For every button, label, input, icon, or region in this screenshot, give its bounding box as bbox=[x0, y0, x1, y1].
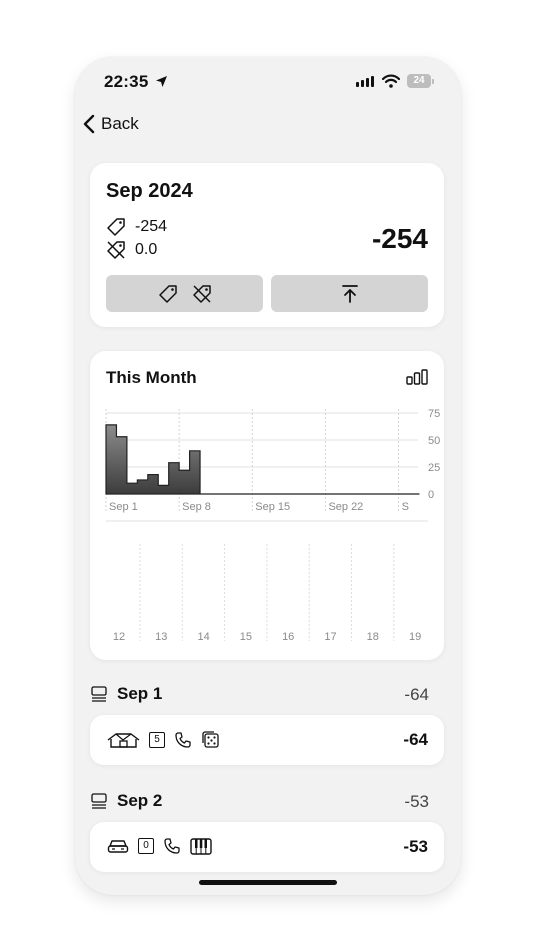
phone-icon bbox=[164, 838, 180, 854]
day-header-sep2: Sep 2 bbox=[90, 791, 162, 811]
untagged-value: 0.0 bbox=[135, 241, 158, 258]
phone-icon bbox=[175, 731, 191, 748]
daily-label: 15 bbox=[240, 631, 252, 643]
tagged-row: -254 bbox=[106, 217, 167, 237]
battery-tip bbox=[432, 79, 434, 84]
chart-y-tick-label: 75 bbox=[428, 408, 440, 420]
daily-label: 17 bbox=[324, 631, 336, 643]
chart-x-tick-label: Sep 15 bbox=[255, 501, 290, 513]
day-header-sep1: Sep 1 bbox=[90, 684, 162, 704]
day-label: Sep 2 bbox=[117, 791, 163, 810]
tag-slash-icon bbox=[192, 284, 211, 303]
tag-slash-icon bbox=[107, 241, 125, 259]
back-button[interactable]: Back bbox=[83, 112, 139, 136]
entry-amount: -53 bbox=[403, 837, 428, 856]
cellular-signal-icon bbox=[356, 76, 374, 87]
chart-y-tick-label: 50 bbox=[428, 435, 440, 447]
house-icon bbox=[107, 732, 140, 748]
chart-y-tick-label: 0 bbox=[428, 489, 434, 501]
daily-label: 13 bbox=[155, 631, 167, 643]
entry-icons: 0 bbox=[107, 837, 212, 855]
status-bar: 22:35 24 bbox=[75, 57, 461, 109]
car-icon bbox=[107, 840, 129, 853]
month-summary-card: Sep 2024 -254 0.0 -254 bbox=[90, 163, 444, 327]
phone-screen: 22:35 24 Back Sep 2024 -254 0.0 -254 Thi… bbox=[75, 57, 461, 895]
number-badge-icon: 0 bbox=[138, 838, 154, 854]
list-icon bbox=[91, 686, 107, 702]
number-badge-icon: 5 bbox=[149, 731, 165, 748]
summary-total: -254 bbox=[371, 223, 428, 254]
tag-filter-button[interactable] bbox=[106, 275, 263, 312]
list-icon bbox=[91, 793, 107, 809]
wifi-icon bbox=[382, 74, 400, 88]
status-time: 22:35 bbox=[104, 72, 149, 91]
chevron-left-icon bbox=[83, 114, 95, 134]
daily-label: 12 bbox=[113, 631, 125, 643]
tag-icon bbox=[107, 218, 125, 236]
daily-label: 19 bbox=[409, 631, 421, 643]
day-total: -64 bbox=[404, 685, 429, 704]
chart-area-series bbox=[105, 424, 420, 495]
entry-row[interactable]: 5 -64 bbox=[90, 715, 444, 765]
entry-amount: -64 bbox=[403, 730, 428, 749]
chart-x-tick-label: Sep 22 bbox=[328, 501, 363, 513]
arrow-up-to-line-icon bbox=[341, 284, 358, 303]
battery-icon: 24 bbox=[407, 74, 431, 88]
summary-title: Sep 2024 bbox=[106, 180, 193, 202]
piano-icon bbox=[190, 837, 212, 855]
entry-icons: 5 bbox=[107, 730, 220, 749]
dice-icon bbox=[202, 731, 219, 748]
entry-row[interactable]: 0 -53 bbox=[90, 822, 444, 872]
tagged-value: -254 bbox=[135, 218, 168, 235]
export-button[interactable] bbox=[271, 275, 428, 312]
day-label: Sep 1 bbox=[117, 684, 163, 703]
this-month-card: This Month 0 25 50 75 Sep 1 Sep 8 Sep 15 Sep 22… bbox=[90, 351, 444, 660]
chart-x-tick-label: Sep 1 bbox=[109, 501, 138, 513]
tag-icon bbox=[158, 284, 177, 303]
home-indicator[interactable] bbox=[199, 880, 337, 885]
chart-y-tick-label: 25 bbox=[428, 462, 440, 474]
back-label: Back bbox=[101, 114, 139, 133]
monthly-chart: 0 25 50 75 Sep 1 Sep 8 Sep 15 Sep 22 S 12 13 14 15 16… bbox=[105, 408, 440, 643]
chart-x-tick-label: S bbox=[402, 501, 409, 513]
untagged-row: 0.0 bbox=[106, 240, 157, 260]
daily-label: 14 bbox=[197, 631, 209, 643]
day-total: -53 bbox=[404, 792, 429, 811]
chart-x-tick-label: Sep 8 bbox=[182, 501, 211, 513]
daily-label: 16 bbox=[282, 631, 294, 643]
location-arrow-icon bbox=[156, 76, 167, 87]
daily-label: 18 bbox=[367, 631, 379, 643]
